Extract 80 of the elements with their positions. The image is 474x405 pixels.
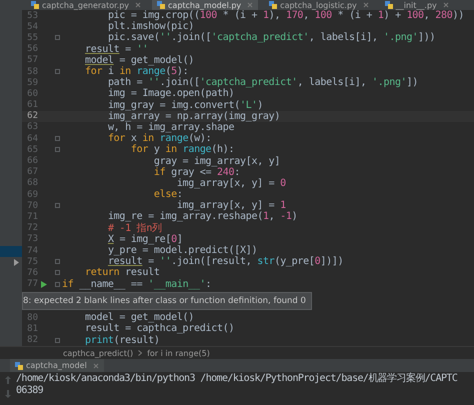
line-number: 75 bbox=[26, 256, 38, 267]
editor-tab[interactable]: captcha_model.py bbox=[152, 0, 258, 10]
line-number: 71 bbox=[26, 212, 38, 222]
python-file-icon bbox=[31, 1, 39, 9]
line-number: 70 bbox=[26, 200, 38, 211]
line-number: 62 bbox=[26, 111, 38, 122]
code-line: path = ''.join(['captcha_predict', labels[i], '.png']) bbox=[106, 77, 418, 88]
code-line: y_pre = model.predict([X]) bbox=[106, 245, 258, 256]
line-number: 67 bbox=[26, 167, 38, 178]
code-line: pic.save(''.join(['captcha_predict', labels[i], '.png'])) bbox=[106, 32, 436, 44]
code-line: # -1 指n列 bbox=[106, 222, 162, 234]
console-output: 06389 bbox=[16, 384, 44, 396]
code-line: pic = img.crop((100 * (i + 1), 170, 100 * (i + 1) + 100, 280)) bbox=[106, 10, 464, 22]
code-line: plt.imshow(pic) bbox=[106, 21, 194, 32]
line-number: 55 bbox=[26, 32, 38, 43]
code-line: return result bbox=[84, 267, 160, 278]
line-number: 77 bbox=[26, 279, 38, 290]
line-number: 65 bbox=[26, 144, 38, 155]
line-number: 64 bbox=[26, 134, 38, 144]
line-number: 72 bbox=[26, 223, 38, 234]
close-icon bbox=[135, 2, 142, 8]
code-line: model = get_model() bbox=[84, 54, 194, 66]
line-number: 81 bbox=[26, 324, 38, 334]
code-line: result = capthca_predict() bbox=[84, 323, 234, 334]
close-icon bbox=[362, 2, 369, 8]
editor-tab[interactable]: __init__.py bbox=[380, 0, 454, 10]
code-line: for i in range(5): bbox=[84, 66, 188, 78]
code-line: img_array = np.array(img_gray) bbox=[106, 110, 280, 122]
breadcrumb[interactable]: for i in range(5) bbox=[147, 348, 210, 358]
code-line: img_array[x, y] = 1 bbox=[176, 200, 286, 212]
line-number: 80 bbox=[26, 312, 38, 323]
close-icon bbox=[247, 2, 254, 8]
line-number: 60 bbox=[26, 88, 38, 99]
code-line: model = get_model() bbox=[84, 312, 194, 324]
line-number: 59 bbox=[26, 78, 38, 88]
line-number: 58 bbox=[26, 66, 38, 77]
python-file-icon bbox=[15, 362, 23, 370]
code-line: if __name__ == '__main__': bbox=[62, 278, 212, 290]
line-number: 56 bbox=[26, 44, 38, 54]
code-line: print(result) bbox=[84, 334, 160, 346]
chevron-icon bbox=[138, 350, 142, 356]
warning-tooltip: 8: expected 2 blank lines after class or function definition, found 0 bbox=[22, 292, 312, 310]
line-number: 76 bbox=[26, 268, 38, 278]
code-line: result = '' bbox=[84, 44, 148, 55]
python-file-icon bbox=[384, 1, 393, 9]
code-line: X = img_re[0] bbox=[106, 234, 183, 245]
code-line: result = ''.join([result, str(y_pre[0])]) bbox=[106, 256, 344, 268]
line-number: 69 bbox=[26, 190, 38, 200]
code-line: else: bbox=[152, 189, 183, 200]
line-number: 73 bbox=[26, 234, 38, 244]
code-line: img_re = img_array.reshape(1, -1) bbox=[106, 211, 298, 222]
close-icon bbox=[92, 362, 99, 368]
line-number: 68 bbox=[26, 178, 38, 188]
code-line: for y in range(h): bbox=[130, 144, 234, 156]
console-output: /home/kiosk/anaconda3/bin/python3 /home/kiosk/PythonProject/base/机器学习案例/CAPTC bbox=[16, 373, 458, 384]
code-line: img_gray = img.convert('L') bbox=[106, 100, 263, 111]
selected-row[interactable] bbox=[0, 246, 22, 258]
up-arrow-icon bbox=[5, 376, 11, 384]
line-number: 61 bbox=[26, 100, 38, 110]
code-line: gray = img_array[x, y] bbox=[152, 156, 280, 167]
editor-tab[interactable]: captcha_logistic.py bbox=[264, 0, 374, 10]
python-file-icon bbox=[157, 1, 166, 9]
line-number: 57 bbox=[26, 55, 38, 66]
code-line: if gray <= 240: bbox=[152, 166, 240, 178]
python-file-icon bbox=[269, 1, 278, 9]
editor-tab[interactable]: captcha_generator.py bbox=[26, 0, 146, 10]
line-number: 82 bbox=[26, 335, 38, 346]
code-line: for x in range(w): bbox=[106, 133, 212, 144]
code-line: w, h = img_array.shape bbox=[106, 122, 234, 133]
line-number: 53 bbox=[26, 10, 38, 21]
run-tab[interactable]: captcha_model bbox=[10, 359, 104, 372]
line-number: 66 bbox=[26, 156, 38, 166]
close-icon bbox=[442, 2, 449, 8]
down-arrow-icon bbox=[5, 390, 11, 398]
breadcrumb[interactable]: capthca_predict() bbox=[63, 348, 134, 358]
line-number: 74 bbox=[26, 246, 38, 256]
code-line: img_array[x, y] = 0 bbox=[176, 178, 286, 189]
line-number: 54 bbox=[26, 22, 38, 32]
code-line: img = Image.open(path) bbox=[106, 88, 234, 100]
line-number: 63 bbox=[26, 122, 38, 132]
